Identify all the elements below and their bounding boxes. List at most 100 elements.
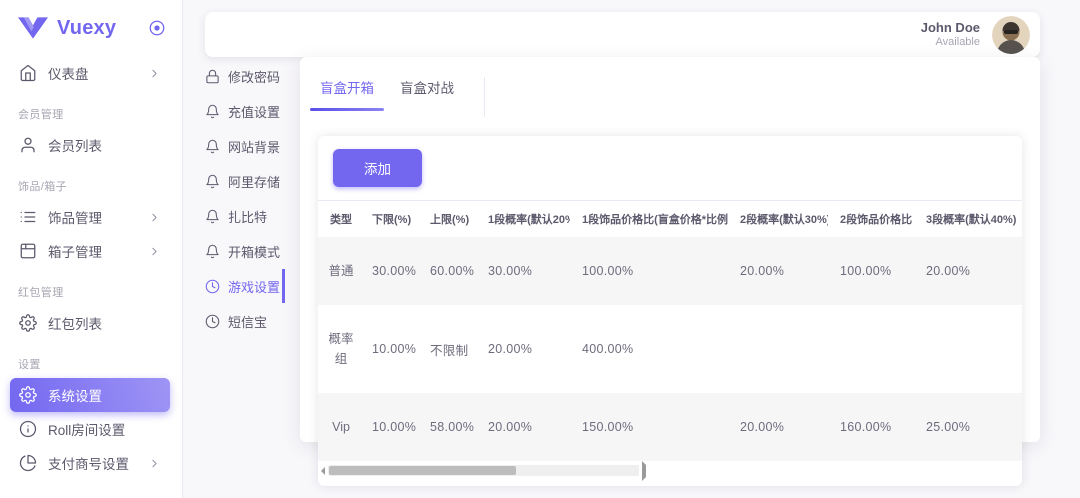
sidebar-item[interactable]: 支付商号设置: [10, 446, 170, 480]
sidebar-item-label: 系统设置: [48, 385, 102, 405]
value-cell: [728, 305, 828, 393]
brand-header: Vuexy: [0, 0, 182, 56]
value-cell: [914, 305, 1022, 393]
vuexy-logo-icon: [18, 17, 48, 39]
value-cell: 100.00%: [570, 237, 728, 305]
game-settings-panel: 添加 类型下限(%)上限(%)1段概率(默认20%)1段饰品价格比(盲盒价格*比…: [318, 136, 1022, 486]
sidebar-item[interactable]: 会员列表: [10, 128, 170, 162]
home-icon: [19, 64, 37, 82]
table-row: Vip10.00%58.00%20.00%150.00%20.00%160.00…: [318, 393, 1022, 461]
sidebar-item-label: 箱子管理: [48, 241, 102, 261]
probability-table: 类型下限(%)上限(%)1段概率(默认20%)1段饰品价格比(盲盒价格*比例)2…: [318, 200, 1022, 461]
list-icon: [19, 208, 37, 226]
column-header: 1段概率(默认20%): [476, 201, 570, 238]
table-row: 普通30.00%60.00%30.00%100.00%20.00%100.00%…: [318, 237, 1022, 305]
submenu-item[interactable]: 游戏设置: [205, 269, 285, 303]
submenu-item-label: 扎比特: [228, 207, 267, 226]
submenu-item-label: 游戏设置: [228, 277, 280, 296]
column-header: 2段饰品价格比: [828, 201, 914, 238]
submenu-item-label: 阿里存储: [228, 172, 280, 191]
submenu-item[interactable]: 修改密码: [205, 59, 285, 93]
user-icon: [19, 136, 37, 154]
submenu-item[interactable]: 充值设置: [205, 94, 285, 128]
value-cell: 20.00%: [728, 237, 828, 305]
bell-icon: [205, 209, 220, 224]
scroll-left-arrow-icon[interactable]: [321, 467, 325, 475]
sidebar-item-label: 仪表盘: [48, 63, 89, 83]
sidebar-item[interactable]: 红包列表: [10, 306, 170, 340]
sidebar-item[interactable]: 系统设置: [10, 378, 170, 412]
value-cell: 60.00%: [418, 237, 476, 305]
info-icon: [19, 420, 37, 438]
sidebar-section-label: 饰品/箱子: [0, 178, 182, 194]
submenu-item-label: 修改密码: [228, 67, 280, 86]
submenu-item-label: 短信宝: [228, 312, 267, 331]
value-cell: 20.00%: [728, 393, 828, 461]
scrollbar-track[interactable]: [328, 465, 639, 476]
sidebar-section-label: 会员管理: [0, 106, 182, 122]
submenu-item[interactable]: 开箱模式: [205, 234, 285, 268]
table-body: 普通30.00%60.00%30.00%100.00%20.00%100.00%…: [318, 237, 1022, 461]
lock-icon: [205, 69, 220, 84]
value-cell: 10.00%: [360, 393, 418, 461]
value-cell: 20.00%: [476, 393, 570, 461]
value-cell: 10.00%: [360, 305, 418, 393]
user-meta: John Doe Available: [921, 20, 980, 50]
table-toolbar: 添加: [318, 136, 1022, 200]
sidebar-item[interactable]: Roll房间设置: [10, 412, 170, 446]
value-cell: 20.00%: [476, 305, 570, 393]
value-cell: 160.00%: [828, 393, 914, 461]
sidebar-nav: 仪表盘会员管理会员列表饰品/箱子饰品管理箱子管理红包管理红包列表设置系统设置 Ro…: [0, 56, 182, 498]
tab-blindbox-battle[interactable]: 盲盒对战: [400, 77, 454, 111]
clock-icon: [205, 314, 220, 329]
tab-blindbox-open[interactable]: 盲盒开箱: [320, 77, 374, 111]
user-status: Available: [921, 36, 980, 50]
chevron-right-icon: [148, 457, 161, 470]
brand-name: Vuexy: [57, 17, 139, 40]
column-header: 上限(%): [418, 201, 476, 238]
tab-divider: [484, 77, 485, 117]
tab-bar: 盲盒开箱 盲盒对战: [300, 57, 1040, 117]
sidebar-item[interactable]: 箱子管理: [10, 234, 170, 268]
table-header: 类型下限(%)上限(%)1段概率(默认20%)1段饰品价格比(盲盒价格*比例)2…: [318, 201, 1022, 238]
box-icon: [19, 242, 37, 260]
sidebar-item[interactable]: 仪表盘: [10, 56, 170, 90]
sidebar-item-label: 会员列表: [48, 135, 102, 155]
settings-content: 修改密码充值设置网站背景阿里存储扎比特开箱模式游戏设置短信宝 盲盒开箱 盲盒对战…: [205, 57, 1040, 498]
submenu-item[interactable]: 扎比特: [205, 199, 285, 233]
column-header: 3段概率(默认40%): [914, 201, 1022, 238]
sidebar-item[interactable]: 饰品管理: [10, 200, 170, 234]
scroll-right-arrow-icon[interactable]: [642, 461, 1019, 481]
type-cell: 概率组: [318, 305, 360, 393]
sidebar-item-label: Roll房间设置: [48, 419, 125, 439]
value-cell: 30.00%: [476, 237, 570, 305]
user-avatar[interactable]: [992, 16, 1030, 54]
column-header: 类型: [318, 201, 360, 238]
value-cell: 20.00%: [914, 237, 1022, 305]
scrollbar-thumb[interactable]: [329, 466, 516, 475]
column-header: 下限(%): [360, 201, 418, 238]
horizontal-scrollbar: [321, 464, 1019, 477]
gear-icon: [19, 386, 37, 404]
sidebar-section-label: 设置: [0, 356, 182, 372]
clock-icon: [205, 279, 220, 294]
table-row: 概率组10.00%不限制20.00%400.00%: [318, 305, 1022, 393]
settings-submenu: 修改密码充值设置网站背景阿里存储扎比特开箱模式游戏设置短信宝: [205, 57, 300, 498]
bell-icon: [205, 244, 220, 259]
submenu-item[interactable]: 阿里存储: [205, 164, 285, 198]
value-cell: 150.00%: [570, 393, 728, 461]
content-area: John Doe Available 修改密码充值设置网站背景阿里存储扎比特开箱…: [183, 0, 1080, 498]
sidebar-item-label: 红包列表: [48, 313, 102, 333]
submenu-item[interactable]: 网站背景: [205, 129, 285, 163]
value-cell: 400.00%: [570, 305, 728, 393]
sidebar-section-label: 红包管理: [0, 284, 182, 300]
sidebar-pin-toggle[interactable]: [148, 19, 166, 37]
chevron-right-icon: [148, 211, 161, 224]
value-cell: 100.00%: [828, 237, 914, 305]
sidebar-item-label: 支付商号设置: [48, 453, 129, 473]
bell-icon: [205, 174, 220, 189]
submenu-item[interactable]: 短信宝: [205, 304, 285, 338]
add-button[interactable]: 添加: [333, 149, 422, 187]
top-navbar: John Doe Available: [205, 12, 1040, 57]
bell-icon: [205, 104, 220, 119]
